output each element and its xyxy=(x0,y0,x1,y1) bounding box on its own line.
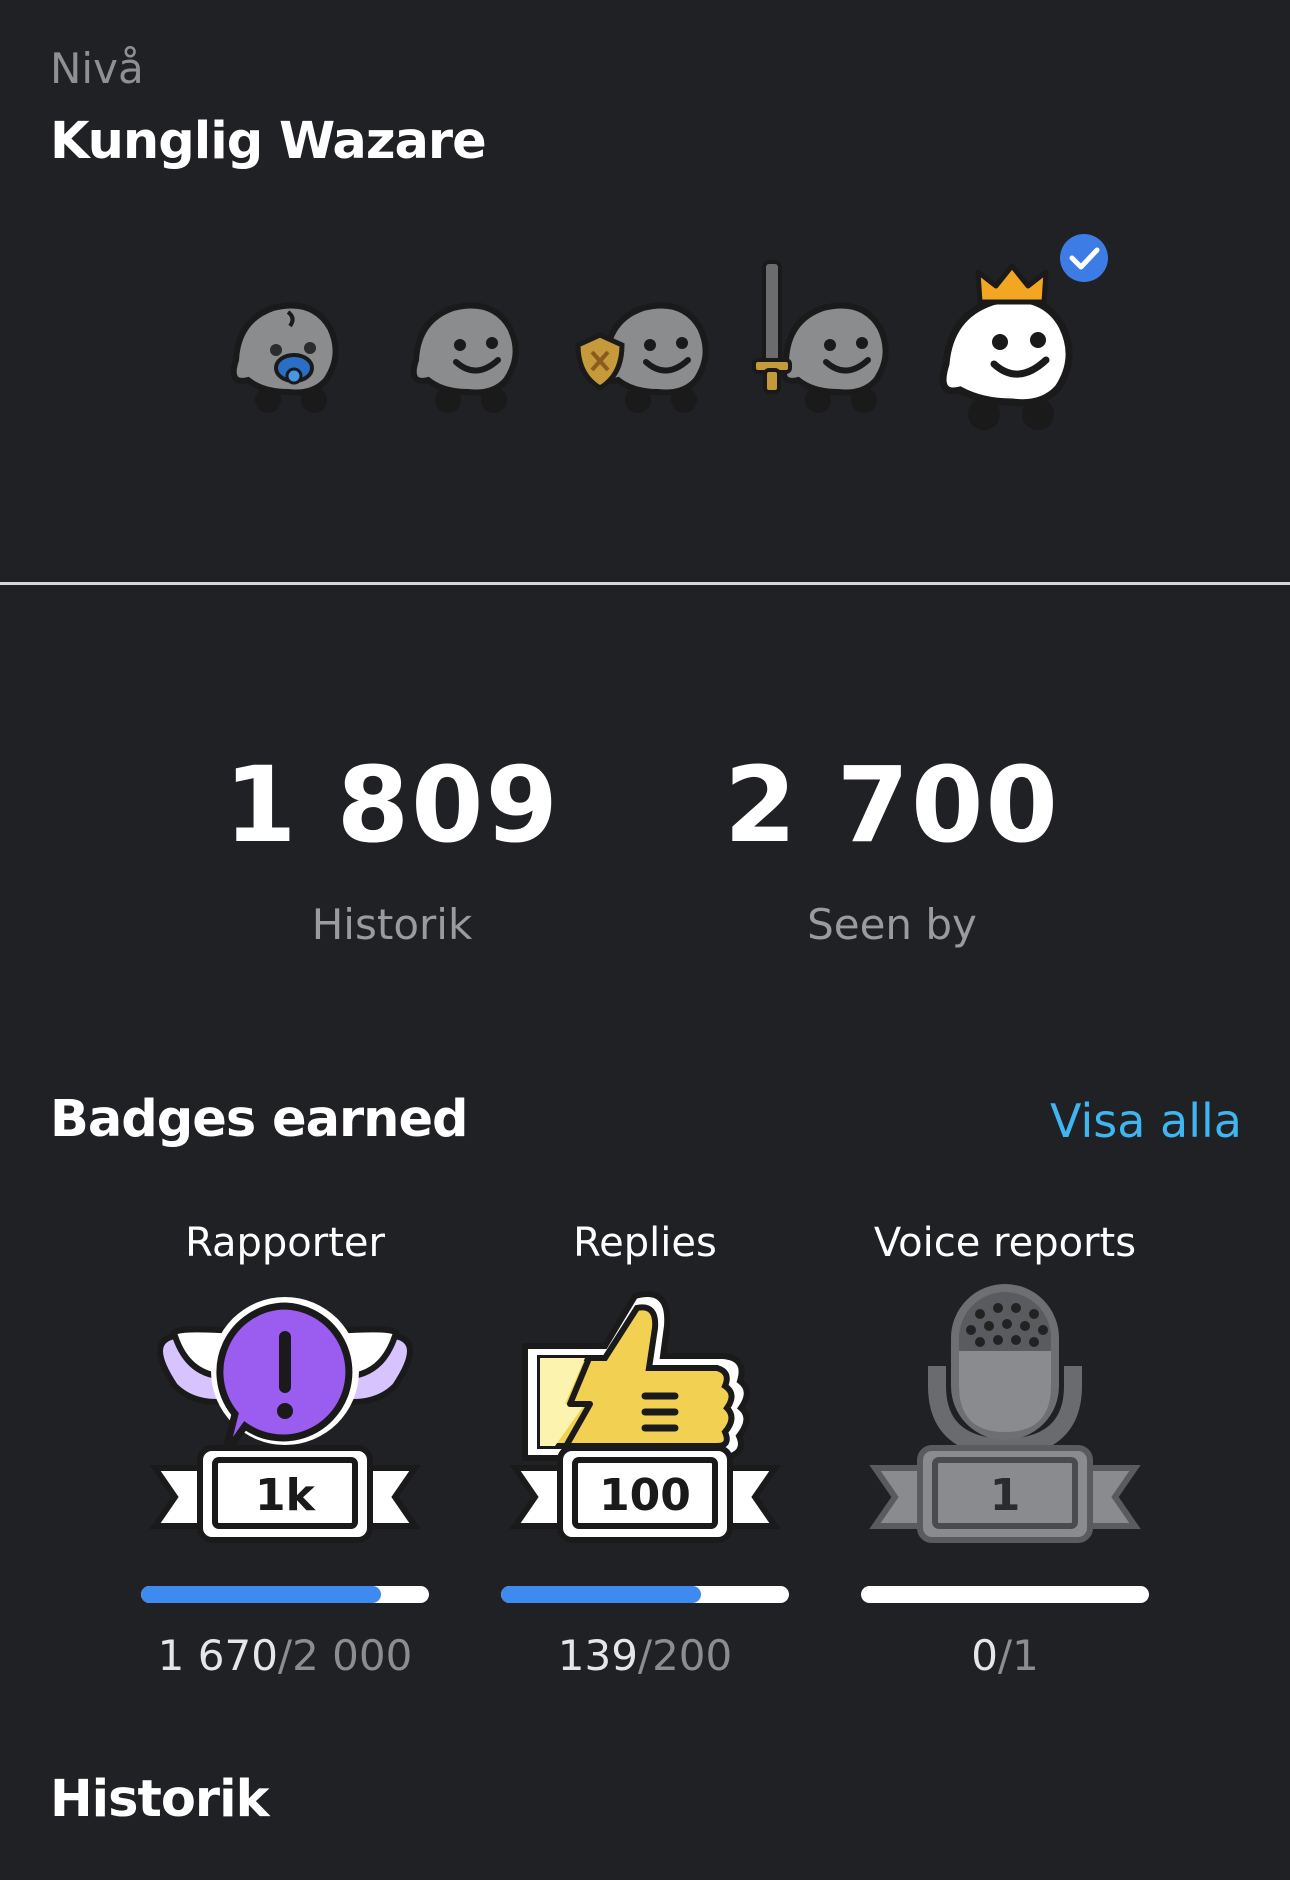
badges-title: Badges earned xyxy=(50,1090,469,1149)
badge-progress-bar xyxy=(501,1586,789,1603)
thumbs-up-badge-icon: 100 xyxy=(495,1286,795,1576)
shield-wazer-icon[interactable] xyxy=(575,250,718,430)
badge-tier: 1 xyxy=(990,1470,1021,1521)
sword-wazer-icon[interactable] xyxy=(752,250,892,430)
badge-tier: 100 xyxy=(599,1470,691,1521)
level-label: Nivå xyxy=(50,44,144,93)
badge-voice-reports[interactable]: Voice reports 1 0/1 xyxy=(835,1220,1175,1680)
badge-count-total: /200 xyxy=(637,1631,733,1680)
badge-count: 139/200 xyxy=(475,1631,815,1680)
section-divider xyxy=(0,582,1290,585)
badge-reports[interactable]: Rapporter 1k 1 670/2 000 xyxy=(115,1220,455,1680)
wazer-icon[interactable] xyxy=(398,250,538,430)
level-name: Kunglig Wazare xyxy=(50,112,487,171)
badge-count-current: 0 xyxy=(971,1631,998,1680)
badge-count-total: /2 000 xyxy=(277,1631,413,1680)
baby-wazer-icon[interactable] xyxy=(218,250,358,430)
crown-wazer-icon[interactable] xyxy=(930,230,1108,440)
badge-replies[interactable]: Replies 100 139/200 xyxy=(475,1220,815,1680)
badge-count: 1 670/2 000 xyxy=(115,1631,455,1680)
stat-value: 1 809 xyxy=(224,744,560,866)
check-badge-icon xyxy=(1060,234,1108,282)
badge-progress-bar xyxy=(861,1586,1149,1603)
badge-name: Rapporter xyxy=(185,1220,385,1266)
badge-progress-fill xyxy=(501,1586,702,1603)
see-all-link[interactable]: Visa alla xyxy=(1050,1094,1242,1148)
badge-name: Replies xyxy=(573,1220,717,1266)
history-title: Historik xyxy=(50,1770,269,1829)
stat-value: 2 700 xyxy=(724,744,1060,866)
stat-label: Historik xyxy=(311,900,473,949)
badge-name: Voice reports xyxy=(873,1220,1137,1266)
badge-progress-bar xyxy=(141,1586,429,1603)
level-avatars xyxy=(0,234,1290,450)
badge-count: 0/1 xyxy=(835,1631,1175,1680)
badge-count-current: 1 670 xyxy=(157,1631,278,1680)
stat-seen-by: 2 700 Seen by xyxy=(682,750,1102,949)
microphone-badge-icon: 1 xyxy=(855,1284,1155,1576)
level-section: Nivå Kunglig Wazare xyxy=(0,0,1290,586)
stat-label: Seen by xyxy=(807,900,977,949)
stat-history: 1 809 Historik xyxy=(182,750,602,949)
badge-count-total: /1 xyxy=(997,1631,1039,1680)
badge-tier: 1k xyxy=(255,1470,317,1521)
report-badge-icon: 1k xyxy=(135,1286,435,1576)
badge-count-current: 139 xyxy=(557,1631,638,1680)
badge-progress-fill xyxy=(141,1586,382,1603)
